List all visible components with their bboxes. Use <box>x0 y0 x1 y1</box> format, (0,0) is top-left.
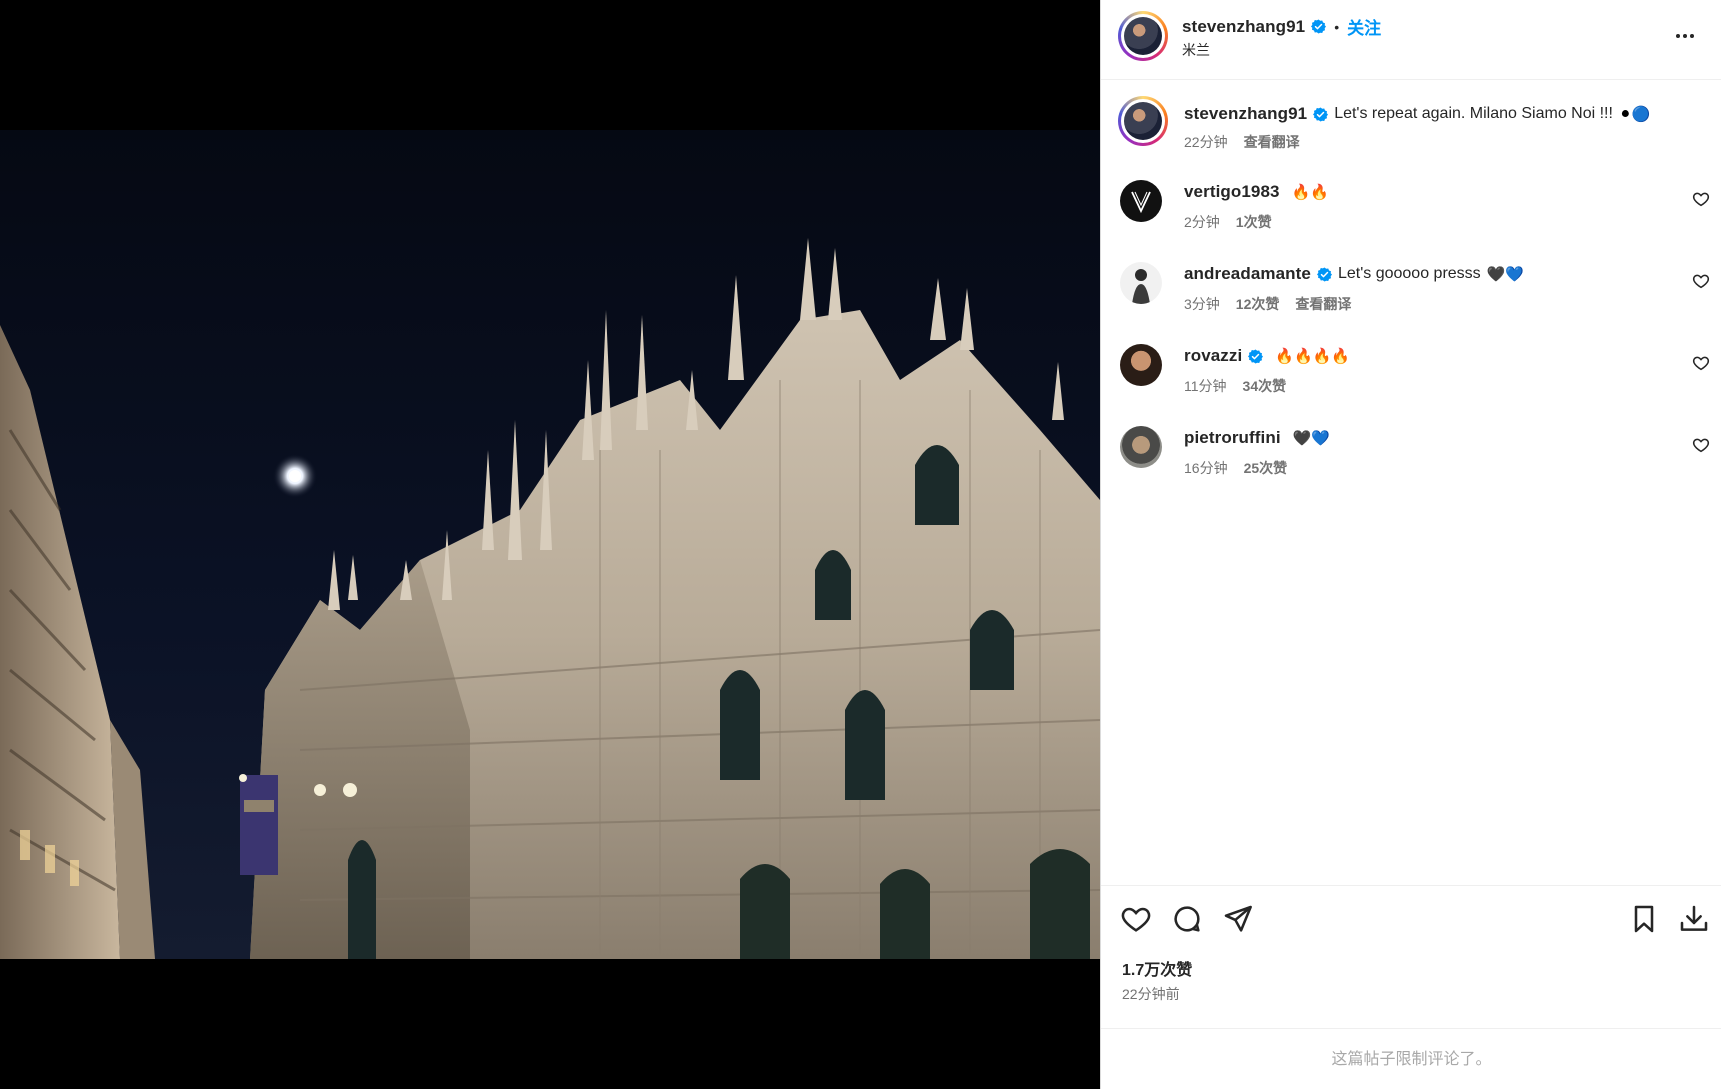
comment-likes[interactable]: 1次赞 <box>1236 212 1272 232</box>
bookmark-icon[interactable] <box>1628 903 1660 935</box>
comment-likes[interactable]: 12次赞 <box>1236 294 1280 314</box>
comment-emojis: 🖤💙 <box>1292 430 1331 447</box>
share-icon[interactable] <box>1222 903 1254 935</box>
comment-username[interactable]: rovazzi <box>1184 346 1242 366</box>
comment-icon[interactable] <box>1171 903 1203 935</box>
comment-time[interactable]: 3分钟 <box>1184 294 1220 314</box>
caption-username[interactable]: stevenzhang91 <box>1184 104 1307 124</box>
download-icon[interactable] <box>1678 903 1710 935</box>
heart-icon[interactable] <box>1692 190 1710 208</box>
author-username[interactable]: stevenzhang91 <box>1182 17 1305 37</box>
caption-row: stevenzhang91 Let's repeat again. Milano… <box>1101 90 1721 160</box>
comment-row: vertigo1983 🔥🔥 2分钟 1次赞 <box>1101 172 1721 242</box>
media-viewer <box>0 0 1100 1089</box>
comment-row: pietroruffini 🖤💙 16分钟 25次赞 <box>1101 418 1721 488</box>
milan-cathedral-night-photo <box>0 130 1100 959</box>
comment-likes[interactable]: 25次赞 <box>1244 458 1288 478</box>
comment-time[interactable]: 11分钟 <box>1184 376 1227 396</box>
post-panel: stevenzhang91 • 关注 米兰 stevenzhang91 Let'… <box>1100 0 1721 1089</box>
verified-badge-icon <box>1248 348 1264 364</box>
comment-row: rovazzi 🔥🔥🔥🔥 11分钟 34次赞 <box>1101 336 1721 406</box>
post-photo[interactable] <box>0 130 1100 959</box>
comment-emojis: 🖤💙 <box>1486 266 1525 283</box>
commenter-avatar[interactable] <box>1120 262 1162 304</box>
caption-emojis: ⚫🔵 <box>1618 106 1651 123</box>
comments-restricted-notice: 这篇帖子限制评论了。 <box>1101 1028 1721 1089</box>
see-translation-link[interactable]: 查看翻译 <box>1295 294 1351 314</box>
comment-time[interactable]: 16分钟 <box>1184 458 1228 478</box>
heart-icon[interactable] <box>1692 272 1710 290</box>
comment-username[interactable]: andreadamante <box>1184 264 1311 284</box>
separator-dot: • <box>1334 18 1340 35</box>
comment-username[interactable]: vertigo1983 <box>1184 182 1280 202</box>
verified-badge-icon <box>1313 106 1329 122</box>
caption-avatar[interactable] <box>1118 96 1168 146</box>
caption-text: Let's repeat again. Milano Siamo Noi !!! <box>1334 105 1613 122</box>
vertigo-logo-icon <box>1131 191 1151 214</box>
comment-username[interactable]: pietroruffini <box>1184 428 1281 448</box>
comment-emojis: 🔥🔥🔥🔥 <box>1275 348 1351 365</box>
heart-icon[interactable] <box>1120 903 1152 935</box>
post-actions: 1.7万次赞 22分钟前 这篇帖子限制评论了。 <box>1101 885 1721 1089</box>
comment-emojis: 🔥🔥 <box>1291 184 1329 201</box>
heart-icon[interactable] <box>1692 354 1710 372</box>
comment-likes[interactable]: 34次赞 <box>1243 376 1287 396</box>
person-photo-icon <box>1132 269 1150 304</box>
like-count[interactable]: 1.7万次赞 <box>1122 956 1192 980</box>
comment-row: andreadamante Let's gooooo presss 🖤💙 3分钟… <box>1101 254 1721 324</box>
verified-badge-icon <box>1316 266 1332 282</box>
author-avatar[interactable] <box>1118 11 1168 61</box>
comment-time[interactable]: 2分钟 <box>1184 212 1220 232</box>
follow-button[interactable]: 关注 <box>1347 14 1381 39</box>
post-header: stevenzhang91 • 关注 米兰 <box>1101 0 1721 80</box>
post-time[interactable]: 22分钟前 <box>1122 984 1180 1004</box>
commenter-avatar[interactable] <box>1120 426 1162 468</box>
caption-time[interactable]: 22分钟 <box>1184 132 1228 152</box>
see-translation-link[interactable]: 查看翻译 <box>1244 132 1300 152</box>
verified-badge-icon <box>1311 19 1327 34</box>
commenter-avatar[interactable] <box>1120 180 1162 222</box>
heart-icon[interactable] <box>1692 436 1710 454</box>
post-location[interactable]: 米兰 <box>1182 40 1210 60</box>
more-options-icon[interactable] <box>1670 24 1700 48</box>
commenter-avatar[interactable] <box>1120 344 1162 386</box>
comment-text: Let's gooooo presss <box>1337 265 1481 282</box>
